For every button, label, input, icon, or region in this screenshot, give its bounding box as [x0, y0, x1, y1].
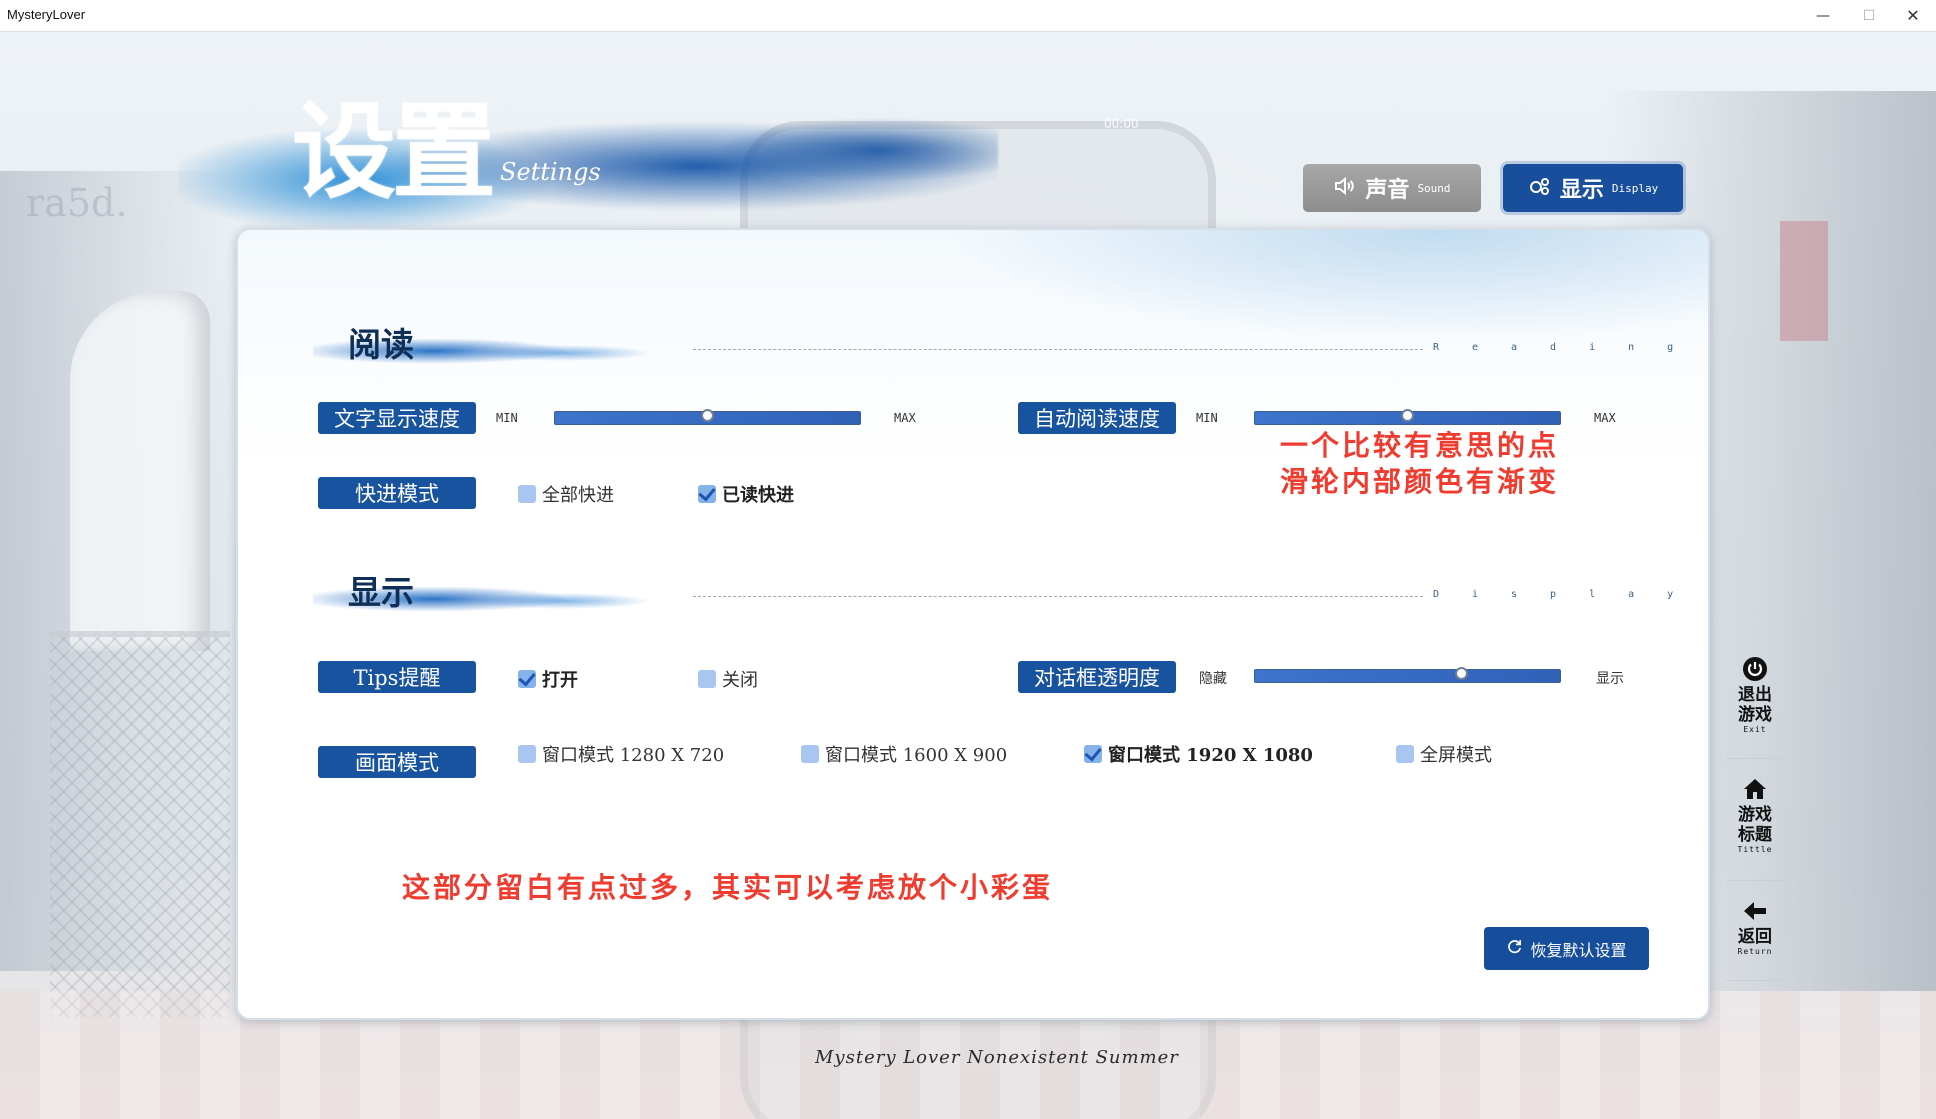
side-nav-exit-en: Exit — [1743, 725, 1767, 734]
annotation-whitespace-note: 这部分留白有点过多，其实可以考虑放个小彩蛋 — [402, 871, 1054, 904]
display-section-en: Display — [1433, 589, 1707, 600]
tips-off-option[interactable]: 关闭 — [698, 666, 758, 692]
dialog-opacity-label: 对话框透明度 — [1018, 661, 1176, 693]
text-speed-slider-thumb[interactable] — [700, 409, 714, 422]
reading-section-en: Reading — [1433, 342, 1707, 353]
screen-mode-fullscreen-text: 全屏模式 — [1420, 745, 1492, 766]
screen-mode-1280-text: 窗口模式 1280 X 720 — [542, 745, 725, 766]
tips-label: Tips提醒 — [318, 661, 476, 693]
side-nav-title[interactable]: 游戏 标题 Tittle — [1722, 776, 1788, 854]
dialog-opacity-max: 显示 — [1596, 671, 1624, 687]
checkbox[interactable] — [1084, 745, 1102, 763]
display-section-divider — [693, 596, 1423, 597]
screen-mode-option-fullscreen[interactable]: 全屏模式 — [1396, 741, 1492, 767]
side-nav-return-en: Return — [1737, 947, 1773, 956]
skip-read-option[interactable]: 已读快进 — [698, 481, 794, 507]
speaker-icon — [1333, 174, 1357, 202]
screen-mode-label: 画面模式 — [318, 746, 476, 778]
home-icon — [1742, 776, 1768, 802]
side-nav-divider — [1726, 880, 1784, 881]
checkbox[interactable] — [518, 745, 536, 763]
auto-speed-slider-thumb[interactable] — [1400, 409, 1414, 422]
window-titlebar: MysteryLover — ☐ ✕ — [0, 0, 1936, 32]
checkbox[interactable] — [698, 485, 716, 503]
skip-all-option[interactable]: 全部快进 — [518, 481, 614, 507]
tab-sound[interactable]: 声音 Sound — [1303, 164, 1481, 212]
screen-mode-option-1920[interactable]: 窗口模式 1920 X 1080 — [1084, 741, 1313, 767]
background-ghost-text: ra5d. — [26, 181, 128, 225]
skip-mode-label: 快进模式 — [318, 477, 476, 509]
skip-all-text: 全部快进 — [542, 485, 614, 506]
footer-logo-text: Mystery Lover Nonexistent Summer — [815, 1047, 1179, 1068]
side-nav-exit-label-2: 游戏 — [1738, 705, 1772, 725]
text-speed-min: MIN — [496, 411, 518, 425]
reset-defaults-button[interactable]: 恢复默认设置 — [1484, 927, 1649, 970]
maximize-button[interactable]: ☐ — [1846, 0, 1892, 31]
screen-mode-1920-text: 窗口模式 1920 X 1080 — [1108, 745, 1313, 766]
page-title: 设置 — [292, 90, 496, 213]
skip-read-text: 已读快进 — [722, 485, 794, 506]
annotation-slider-note-line1: 一个比较有意思的点 — [1280, 429, 1560, 462]
reading-section-divider — [693, 349, 1423, 350]
screen-mode-option-1600[interactable]: 窗口模式 1600 X 900 — [801, 741, 1007, 767]
checkbox[interactable] — [1396, 745, 1414, 763]
close-button[interactable]: ✕ — [1890, 0, 1936, 31]
dialog-opacity-slider-thumb[interactable] — [1455, 667, 1469, 680]
auto-speed-max: MAX — [1594, 411, 1616, 425]
auto-speed-slider[interactable] — [1254, 409, 1561, 425]
minimize-button[interactable]: — — [1800, 0, 1846, 31]
background-fence — [50, 631, 230, 1017]
reading-section-title: 阅读 — [348, 325, 414, 364]
checkbox[interactable] — [801, 745, 819, 763]
auto-speed-min: MIN — [1196, 411, 1218, 425]
checkbox[interactable] — [518, 670, 536, 688]
text-speed-slider[interactable] — [554, 409, 861, 425]
reset-defaults-label: 恢复默认设置 — [1530, 940, 1627, 960]
tab-display-label: 显示 — [1559, 177, 1604, 203]
side-nav-title-label-2: 标题 — [1738, 825, 1772, 845]
tips-on-text: 打开 — [542, 670, 578, 691]
side-nav-divider — [1726, 758, 1784, 759]
background-sign — [1780, 221, 1828, 341]
tips-off-text: 关闭 — [722, 670, 758, 691]
dialog-opacity-slider[interactable] — [1254, 667, 1561, 683]
background-arch — [70, 291, 210, 651]
power-icon — [1742, 656, 1768, 682]
text-speed-label: 文字显示速度 — [318, 402, 476, 434]
tab-sound-sublabel: Sound — [1417, 181, 1451, 195]
display-section-title: 显示 — [348, 573, 414, 612]
background-clock: 00:00 — [1104, 117, 1139, 131]
page-subtitle: Settings — [500, 158, 601, 186]
arrow-left-icon — [1742, 898, 1768, 924]
screen-mode-1600-text: 窗口模式 1600 X 900 — [825, 745, 1008, 766]
side-nav-title-label-1: 游戏 — [1738, 805, 1772, 825]
annotation-slider-note: 一个比较有意思的点 滑轮内部颜色有渐变 — [1280, 428, 1559, 500]
settings-panel: 阅读 Reading 文字显示速度 MIN MAX 自动阅读速度 MIN MAX… — [236, 228, 1710, 1020]
display-settings-icon — [1528, 174, 1552, 202]
window-title: MysteryLover — [7, 7, 86, 22]
text-speed-max: MAX — [894, 411, 916, 425]
tab-display[interactable]: 显示 Display — [1503, 164, 1683, 212]
tips-on-option[interactable]: 打开 — [518, 666, 578, 692]
tab-sound-label: 声音 — [1365, 177, 1410, 203]
auto-speed-label: 自动阅读速度 — [1018, 402, 1176, 434]
refresh-icon — [1506, 938, 1523, 959]
checkbox[interactable] — [698, 670, 716, 688]
side-nav-return[interactable]: 返回 Return — [1722, 898, 1788, 956]
side-nav-exit[interactable]: 退出 游戏 Exit — [1722, 656, 1788, 734]
side-nav-divider — [1726, 980, 1784, 981]
side-nav-title-en: Tittle — [1737, 845, 1773, 854]
annotation-slider-note-line2: 滑轮内部颜色有渐变 — [1280, 465, 1560, 498]
screen-mode-option-1280[interactable]: 窗口模式 1280 X 720 — [518, 741, 724, 767]
side-nav-return-label: 返回 — [1738, 927, 1772, 947]
dialog-opacity-min: 隐藏 — [1199, 671, 1227, 687]
side-nav-exit-label-1: 退出 — [1738, 685, 1772, 705]
checkbox[interactable] — [518, 485, 536, 503]
tab-display-sublabel: Display — [1611, 181, 1659, 195]
